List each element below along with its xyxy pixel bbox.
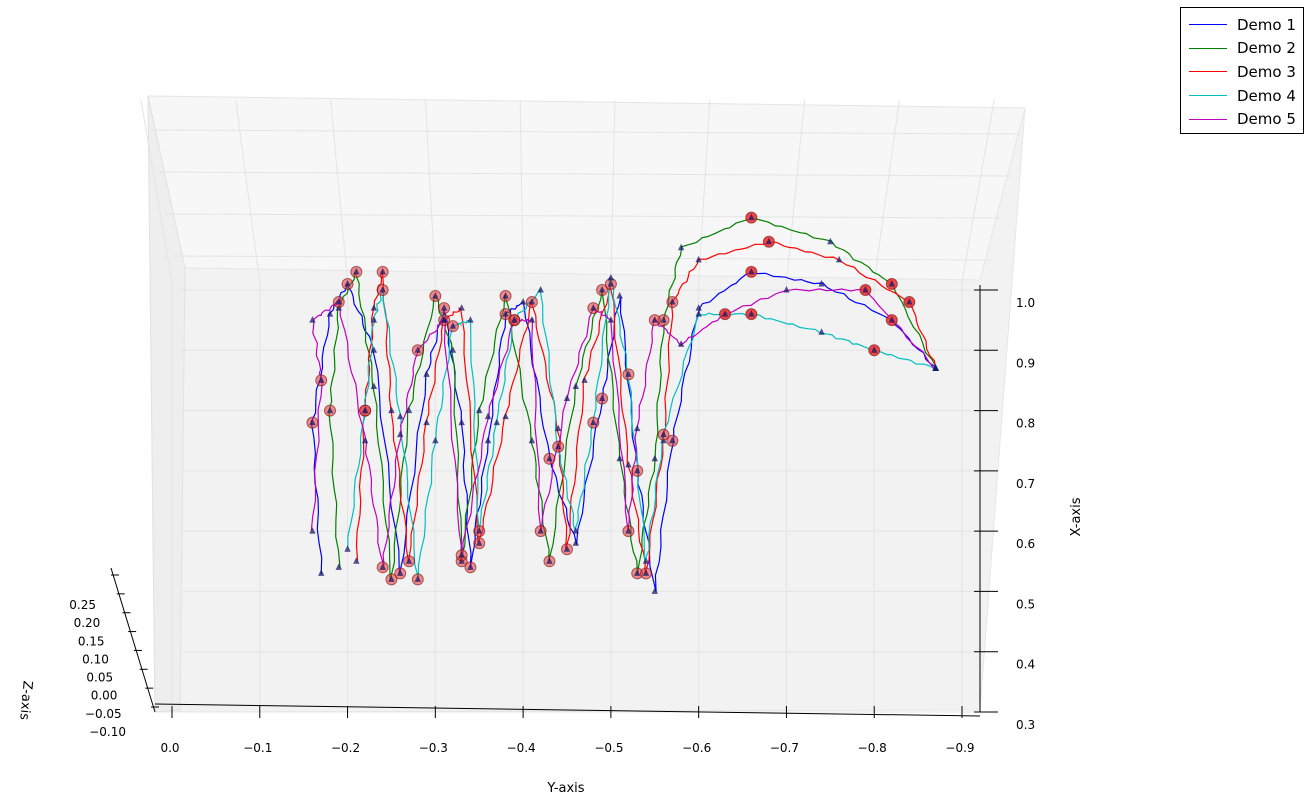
legend-item: Demo 5: [1181, 107, 1303, 131]
chart-panes: [147, 95, 1026, 713]
legend-item: Demo 3: [1181, 60, 1303, 84]
left-axis-tick-label: −0.10: [89, 725, 126, 739]
legend-swatch: [1189, 47, 1227, 49]
legend-label: Demo 1: [1237, 15, 1296, 34]
right-axis-tick-label: 0.6: [1016, 537, 1035, 551]
left-axis-tick-label: 0.05: [86, 671, 113, 685]
right-axis-tick-label: 1.0: [1016, 296, 1035, 310]
bottom-axis-tick-label: 0.0: [160, 741, 179, 755]
legend-label: Demo 3: [1237, 62, 1296, 81]
legend-swatch: [1189, 95, 1227, 97]
legend-label: Demo 4: [1237, 86, 1296, 105]
right-axis-tick-label: 0.8: [1016, 417, 1035, 431]
x-axis-label: Y-axis: [546, 781, 584, 796]
legend-item: Demo 2: [1181, 37, 1303, 61]
legend-swatch: [1189, 71, 1227, 73]
chart-legend: Demo 1 Demo 2 Demo 3 Demo 4 Demo 5: [1180, 7, 1304, 134]
z-axis-label: Z-axis: [16, 680, 34, 721]
legend-label: Demo 2: [1237, 39, 1296, 58]
left-axis-line: [110, 567, 156, 713]
left-axis-tick-label: 0.25: [69, 598, 96, 612]
bottom-axis-tick-label: −0.7: [770, 741, 799, 755]
bottom-axis-tick-label: −0.9: [945, 741, 974, 755]
bottom-axis-tick-label: −0.2: [331, 741, 360, 755]
right-axis-tick-label: 0.7: [1016, 477, 1035, 491]
legend-swatch: [1189, 24, 1227, 26]
legend-swatch: [1189, 118, 1227, 120]
y-axis-label: X-axis: [1069, 497, 1084, 536]
chart-3d-plot: 0.0 −0.1 −0.2 −0.3 −0.4 −0.5 −0.6 −0.7 −0.8 −0.9 1…: [16, 95, 1084, 796]
left-axis-tick-label: 0.10: [82, 652, 109, 666]
bottom-axis-tick-label: −0.1: [243, 741, 272, 755]
left-axis-tick-label: −0.05: [85, 707, 122, 721]
right-axis-tick-label: 0.9: [1016, 356, 1035, 370]
legend-item: Demo 1: [1181, 13, 1303, 37]
right-axis-tick-label: 0.5: [1016, 597, 1035, 611]
left-axis-tick-label: 0.15: [78, 634, 105, 648]
legend-label: Demo 5: [1237, 110, 1296, 129]
bottom-axis-tick-label: −0.3: [419, 741, 448, 755]
right-axis-tick-label: 0.3: [1016, 718, 1035, 732]
bottom-axis-tick-label: −0.5: [594, 741, 623, 755]
bottom-axis-tick-label: −0.6: [682, 741, 711, 755]
legend-item: Demo 4: [1181, 84, 1303, 108]
right-axis-tick-label: 0.4: [1016, 658, 1035, 672]
top-pane: [147, 95, 1026, 281]
left-axis-tick-label: 0.20: [74, 616, 101, 630]
bottom-axis-tick-label: −0.8: [858, 741, 887, 755]
left-axis-tick-label: 0.00: [91, 689, 118, 703]
bottom-axis-tick-label: −0.4: [507, 741, 536, 755]
